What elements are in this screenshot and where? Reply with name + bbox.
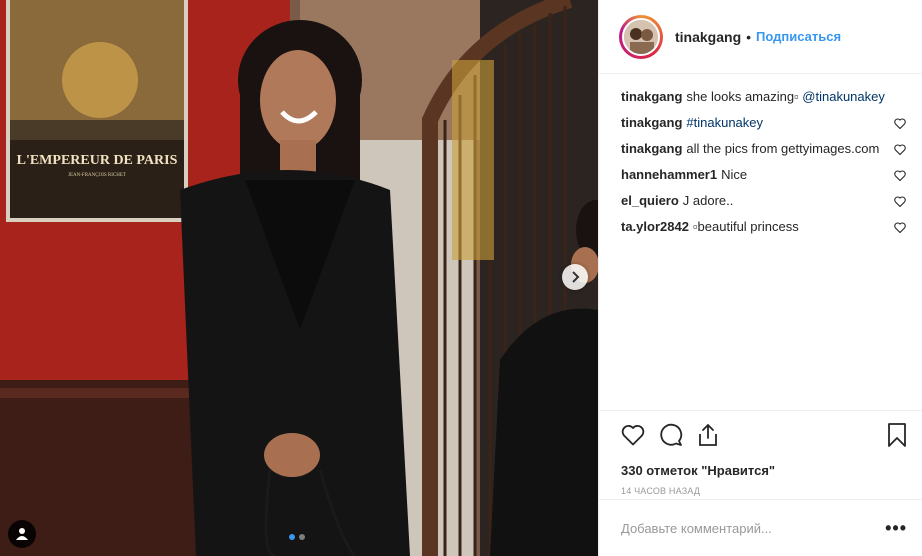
header-username[interactable]: tinakgang	[675, 29, 741, 45]
post-actions: 330 отметок "Нравится" 14 часов назад	[599, 410, 922, 496]
like-comment-heart-icon[interactable]	[894, 170, 906, 181]
like-comment-heart-icon[interactable]	[894, 144, 906, 155]
comment-username[interactable]: hannehammer1	[621, 167, 717, 182]
carousel-dot	[289, 534, 295, 540]
comment-username[interactable]: tinakgang	[621, 89, 682, 104]
post-timestamp[interactable]: 14 часов назад	[621, 486, 907, 496]
comment-text: tinakgang she looks amazing▫ @tinakunakey	[621, 88, 885, 106]
post-header: tinakgang • Подписаться	[599, 0, 922, 74]
tagged-people-button[interactable]	[8, 520, 36, 548]
carousel-next-button[interactable]	[562, 264, 588, 290]
comment-text: tinakgang all the pics from gettyimages.c…	[621, 140, 879, 158]
person-tag-icon	[16, 528, 28, 540]
comment-body: all the pics from gettyimages.com	[686, 141, 880, 156]
more-options-button[interactable]: •••	[885, 518, 907, 539]
comment-button[interactable]	[659, 423, 683, 447]
carousel-dot	[299, 534, 305, 540]
add-comment-bar: •••	[599, 499, 922, 556]
comment-body: ▫beautiful princess	[692, 219, 799, 234]
speech-bubble-icon	[660, 423, 683, 446]
comment-item: hannehammer1 Nice	[621, 166, 906, 184]
heart-icon	[621, 425, 645, 446]
comment-body: Nice	[721, 167, 748, 182]
comment-username[interactable]: tinakgang	[621, 115, 682, 130]
avatar-image	[624, 19, 658, 54]
comment-item: tinakgang #tinakunakey	[621, 114, 906, 132]
comment-body: she looks amazing▫	[686, 89, 803, 104]
carousel-indicator	[289, 534, 305, 540]
comment-username[interactable]: tinakgang	[621, 141, 682, 156]
comment-item: tinakgang she looks amazing▫ @tinakunakey	[621, 88, 906, 106]
likes-count[interactable]: 330 отметок "Нравится"	[621, 463, 907, 478]
like-comment-heart-icon[interactable]	[894, 196, 906, 207]
comments-list: tinakgang she looks amazing▫ @tinakunakey…	[599, 74, 922, 236]
like-button[interactable]	[621, 424, 645, 446]
share-button[interactable]	[697, 423, 719, 447]
comment-mention-link[interactable]: @tinakunakey	[802, 89, 885, 104]
comment-body: J adore..	[682, 193, 734, 208]
comment-item: tinakgang all the pics from gettyimages.c…	[621, 140, 906, 158]
like-comment-heart-icon[interactable]	[894, 222, 906, 233]
share-icon	[699, 423, 717, 446]
post-side-panel: tinakgang • Подписаться tinakgang she loo…	[598, 0, 922, 556]
post-photo[interactable]: L'EMPEREUR DE PARIS JEAN-FRANÇOIS RICHET	[0, 0, 598, 556]
comment-text: tinakgang #tinakunakey	[621, 114, 763, 132]
comment-username[interactable]: el_quiero	[621, 193, 679, 208]
avatar[interactable]	[622, 17, 660, 56]
comment-hashtag-link[interactable]: #tinakunakey	[686, 115, 763, 130]
header-separator: •	[746, 28, 752, 45]
follow-button[interactable]: Подписаться	[756, 29, 841, 44]
comment-item: ta.ylor2842 ▫beautiful princess	[621, 218, 906, 236]
comment-item: el_quiero J adore..	[621, 192, 906, 210]
save-button[interactable]	[887, 423, 907, 447]
comment-text: hannehammer1 Nice	[621, 166, 747, 184]
like-comment-heart-icon[interactable]	[894, 118, 906, 129]
comment-input[interactable]	[621, 520, 861, 536]
poster-subtitle: JEAN-FRANÇOIS RICHET	[68, 173, 126, 178]
bookmark-icon	[888, 423, 906, 447]
comment-text: ta.ylor2842 ▫beautiful princess	[621, 218, 799, 236]
photo-illustration: L'EMPEREUR DE PARIS JEAN-FRANÇOIS RICHET	[0, 0, 598, 556]
poster-title: L'EMPEREUR DE PARIS	[17, 153, 178, 168]
story-ring[interactable]	[619, 14, 663, 59]
chevron-right-icon	[572, 271, 580, 283]
action-icons-row	[621, 421, 907, 449]
comment-username[interactable]: ta.ylor2842	[621, 219, 689, 234]
comment-text: el_quiero J adore..	[621, 192, 733, 210]
